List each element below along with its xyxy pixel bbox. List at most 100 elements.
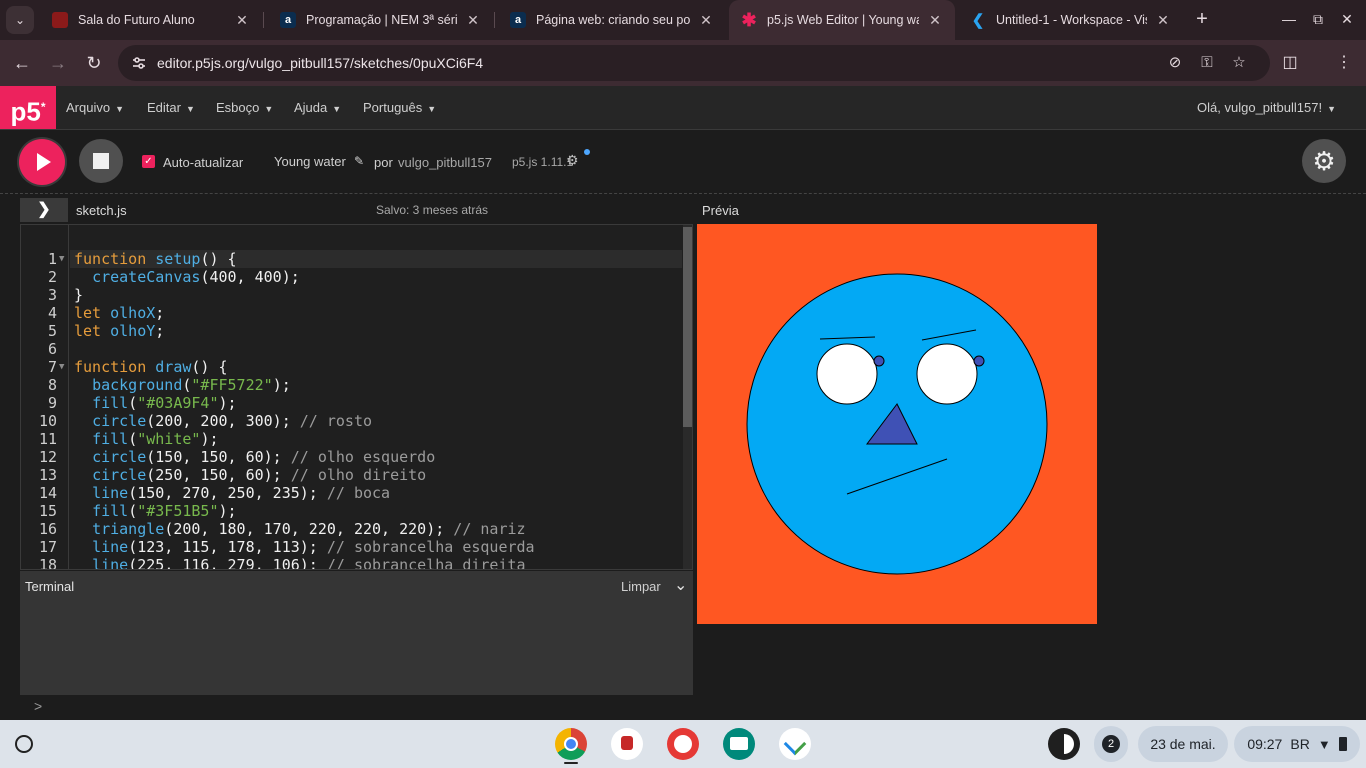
line-number: 8 [47, 376, 57, 394]
code-line[interactable]: fill("#03A9F4"); [74, 394, 237, 412]
new-tab-button[interactable]: + [1190, 8, 1214, 32]
puzzle-icon: ◫ [1282, 54, 1298, 71]
auto-refresh-checkbox[interactable]: ✓ [142, 155, 155, 168]
address-bar[interactable]: editor.p5js.org/vulgo_pitbull157/sketche… [118, 45, 1270, 81]
close-tab-icon[interactable]: ✕ [234, 12, 250, 29]
paint-app-icon[interactable] [667, 728, 699, 760]
board-icon [730, 737, 748, 750]
update-dot [584, 149, 590, 155]
author-link[interactable]: vulgo_pitbull157 [398, 155, 492, 170]
reload-button[interactable]: ↻ [80, 49, 108, 77]
close-tab-icon[interactable]: ✕ [1155, 12, 1171, 29]
key-icon[interactable]: ⚿ [1197, 53, 1217, 73]
extensions-button[interactable]: ◫ [1278, 51, 1302, 75]
browser-menu-button[interactable]: ⋮ [1332, 51, 1356, 75]
sala-do-futuro-icon [52, 12, 68, 28]
fold-arrow-icon[interactable]: ▼ [59, 250, 64, 268]
menu-arquivo[interactable]: Arquivo ▼ [66, 100, 124, 115]
fold-arrow-icon[interactable]: ▼ [59, 358, 64, 376]
editor-scrollbar[interactable] [683, 225, 692, 569]
code-line[interactable]: fill("#3F51B5"); [74, 502, 237, 520]
bookmark-star-icon[interactable]: ☆ [1229, 53, 1249, 73]
code-line[interactable]: circle(150, 150, 60); // olho esquerdo [74, 448, 435, 466]
menu-label: Português [363, 100, 423, 115]
back-button[interactable]: ← [8, 49, 36, 77]
palette-icon [674, 735, 692, 753]
pencil-edit-icon[interactable]: ✎ [354, 154, 364, 168]
settings-button[interactable]: ⚙ [1302, 139, 1346, 183]
close-tab-icon[interactable]: ✕ [698, 12, 714, 29]
menu-esboco[interactable]: Esboço ▼ [216, 100, 273, 115]
caret-down-icon: ▼ [115, 104, 124, 114]
close-window-button[interactable]: ✕ [1336, 8, 1358, 30]
menu-label: Esboço [216, 100, 260, 115]
code-line[interactable]: function draw() { [74, 358, 228, 376]
code-line[interactable]: circle(200, 200, 300); // rosto [74, 412, 372, 430]
code-line[interactable]: function setup() { [74, 250, 237, 268]
browser-tab-2[interactable]: a Programação | NEM 3ª série ✕ [268, 0, 493, 40]
launcher-button[interactable] [15, 735, 33, 753]
url-text[interactable]: editor.p5js.org/vulgo_pitbull157/sketche… [157, 55, 483, 71]
kebab-menu-icon: ⋮ [1336, 54, 1352, 71]
console-input-prompt[interactable]: > [34, 698, 42, 714]
chrome-app-icon[interactable] [555, 728, 587, 760]
tracking-blocked-icon[interactable]: ⊘ [1165, 53, 1185, 73]
tab-search-button[interactable]: ⌄ [6, 6, 34, 34]
graph-icon [783, 732, 807, 756]
close-tab-icon[interactable]: ✕ [927, 12, 943, 29]
browser-toolbar: ← → ↻ editor.p5js.org/vulgo_pitbull157/s… [0, 40, 1366, 86]
screen-capture-button[interactable] [1048, 728, 1080, 760]
os-shelf: 2 23 de mai. 09:27 BR ▼ [0, 720, 1366, 768]
menu-idioma[interactable]: Português ▼ [363, 100, 436, 115]
code-line[interactable]: line(225, 116, 279, 106); // sobrancelha… [74, 556, 526, 569]
sidebar-toggle-button[interactable]: ❯ [20, 198, 68, 222]
code-line[interactable]: circle(250, 150, 60); // olho direito [74, 466, 426, 484]
code-line[interactable]: let olhoX; [74, 304, 164, 322]
plus-icon: + [1196, 8, 1208, 30]
code-editor[interactable]: 1 ▼ 2 3 4 5 6 7 ▼ 8 9 10 11 12 13 14 15 16 17 18 function s… [20, 224, 693, 570]
restore-window-button[interactable]: ⧉ [1307, 8, 1329, 30]
site-info-icon[interactable] [130, 54, 148, 72]
line-number: 7 [47, 358, 57, 376]
system-tray-button[interactable]: 09:27 BR ▼ [1234, 726, 1360, 762]
p5-logo[interactable]: p5* [0, 86, 56, 129]
calendar-date-button[interactable]: 23 de mai. [1138, 726, 1228, 762]
code-line[interactable]: triangle(200, 180, 170, 220, 220, 220); … [74, 520, 525, 538]
tab-title: Sala do Futuro Aluno [78, 13, 195, 27]
code-line[interactable]: fill("white"); [74, 430, 218, 448]
code-line[interactable]: createCanvas(400, 400); [74, 268, 300, 286]
version-settings-icon[interactable]: ⚙ [566, 152, 579, 169]
line-number: 14 [38, 484, 57, 502]
menu-label: Arquivo [66, 100, 111, 115]
clear-console-button[interactable]: Limpar [621, 579, 661, 594]
sala-do-futuro-app-icon[interactable] [611, 728, 643, 760]
browser-tab-4-active[interactable]: ✱ p5.js Web Editor | Young wate ✕ [729, 0, 955, 40]
code-line[interactable]: line(150, 270, 250, 235); // boca [74, 484, 390, 502]
stop-button[interactable] [79, 139, 123, 183]
minimize-window-button[interactable]: — [1278, 8, 1300, 30]
browser-tab-5[interactable]: ❮ Untitled-1 - Workspace - Visua ✕ [958, 0, 1183, 40]
forward-button[interactable]: → [44, 49, 72, 77]
browser-tab-1[interactable]: Sala do Futuro Aluno ✕ [40, 0, 262, 40]
code-line[interactable]: let olhoY; [74, 322, 164, 340]
browser-tab-3[interactable]: a Página web: criando seu port ✕ [498, 0, 726, 40]
classroom-app-icon[interactable] [723, 728, 755, 760]
time-text: 09:27 [1247, 736, 1283, 752]
user-menu[interactable]: Olá, vulgo_pitbull157! ▼ [1197, 100, 1336, 115]
sketch-canvas[interactable] [697, 224, 1097, 624]
menu-editar[interactable]: Editar ▼ [147, 100, 195, 115]
code-line[interactable]: } [74, 286, 83, 304]
code-line[interactable]: background("#FF5722"); [74, 376, 291, 394]
line-number: 3 [47, 286, 57, 304]
notifications-button[interactable]: 2 [1094, 726, 1128, 762]
menu-ajuda[interactable]: Ajuda ▼ [294, 100, 341, 115]
scrollbar-thumb[interactable] [683, 227, 692, 427]
collapse-console-icon[interactable]: ⌄ [674, 575, 687, 595]
restore-icon: ⧉ [1313, 11, 1323, 27]
close-tab-icon[interactable]: ✕ [465, 12, 481, 29]
play-button[interactable] [19, 139, 65, 185]
network-app-icon[interactable] [779, 728, 811, 760]
code-line[interactable]: line(123, 115, 178, 113); // sobrancelha… [74, 538, 535, 556]
sketch-name[interactable]: Young water [274, 154, 346, 169]
sala-do-futuro-logo-icon [621, 736, 633, 750]
